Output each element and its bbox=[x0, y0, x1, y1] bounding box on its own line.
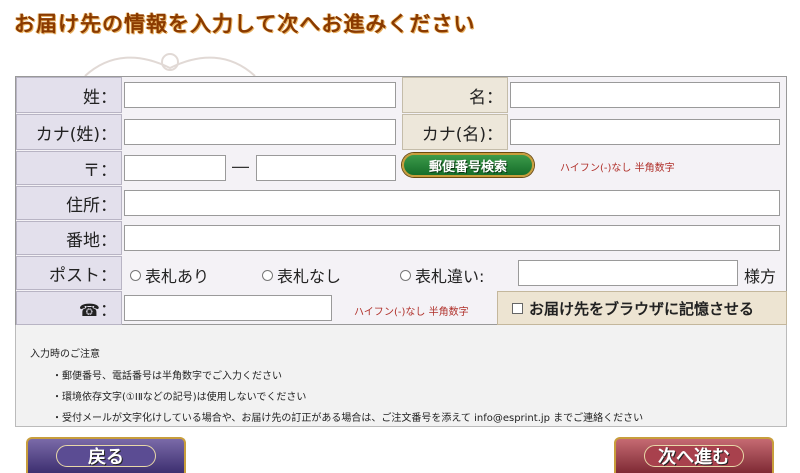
address-input[interactable] bbox=[124, 190, 780, 216]
kana-last-name-input[interactable] bbox=[124, 119, 396, 145]
post-option-no-nameplate[interactable]: 表札なし bbox=[262, 263, 341, 287]
back-button[interactable]: 戻る bbox=[26, 437, 186, 473]
post-option-nameplate[interactable]: 表札あり bbox=[130, 263, 209, 287]
last-name-input[interactable] bbox=[124, 82, 396, 108]
street-input[interactable] bbox=[124, 225, 780, 251]
input-notes: 入力時のご注意 ・郵便番号、電話番号は半角数字でご入力ください ・環境依存文字(… bbox=[15, 325, 787, 427]
delivery-form: 姓： 名： カナ(姓)： カナ(名)： 〒： ― 郵便番号検索 ハイフン(-)な… bbox=[15, 76, 787, 325]
postal-hint: ハイフン(-)なし 半角数字 bbox=[560, 163, 675, 174]
phone-hint: ハイフン(-)なし 半角数字 bbox=[354, 307, 469, 318]
postal-code-second-input[interactable] bbox=[256, 155, 396, 181]
address-label: 住所： bbox=[16, 186, 122, 220]
street-label: 番地： bbox=[16, 221, 122, 255]
checkbox-icon bbox=[512, 302, 523, 314]
different-nameplate-input[interactable] bbox=[518, 260, 738, 286]
post-option-different-nameplate[interactable]: 表札違い: bbox=[400, 263, 484, 287]
note-item: ・環境依存文字(①ⅠⅡなどの記号)は使用しないでください bbox=[52, 392, 307, 403]
first-name-input[interactable] bbox=[510, 82, 780, 108]
notes-heading: 入力時のご注意 bbox=[30, 349, 100, 360]
last-name-label: 姓： bbox=[16, 77, 122, 113]
note-item: ・郵便番号、電話番号は半角数字でご入力ください bbox=[52, 371, 282, 382]
phone-label: ☎： bbox=[16, 291, 122, 325]
kana-first-name-label: カナ(名)： bbox=[402, 114, 508, 150]
kana-first-name-input[interactable] bbox=[510, 119, 780, 145]
postal-search-button[interactable]: 郵便番号検索 bbox=[402, 153, 534, 177]
radio-icon bbox=[400, 269, 411, 281]
postal-code-label: 〒： bbox=[16, 151, 122, 185]
phone-input[interactable] bbox=[124, 295, 332, 321]
page-title: お届け先の情報を入力して次へお進みください bbox=[14, 11, 476, 36]
next-button[interactable]: 次へ進む bbox=[614, 437, 774, 473]
note-item: ・受付メールが文字化けしている場合や、お届け先の訂正がある場合は、ご注文番号を添… bbox=[52, 413, 644, 424]
postal-dash: ― bbox=[232, 157, 249, 177]
postal-code-first-input[interactable] bbox=[124, 155, 226, 181]
kana-last-name-label: カナ(姓)： bbox=[16, 114, 122, 150]
first-name-label: 名： bbox=[402, 77, 508, 113]
radio-icon bbox=[262, 269, 273, 281]
post-suffix: 様方 bbox=[744, 267, 777, 286]
remember-address-checkbox[interactable]: お届け先をブラウザに記憶させる bbox=[497, 291, 787, 325]
post-label: ポスト： bbox=[16, 256, 122, 290]
radio-icon bbox=[130, 269, 141, 281]
